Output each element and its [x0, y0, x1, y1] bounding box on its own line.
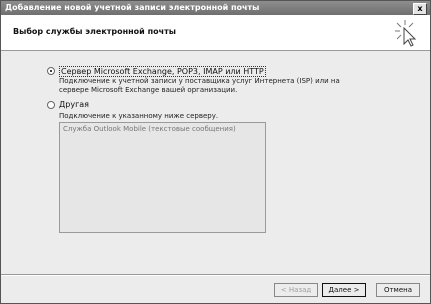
window-title: Добавление новой учетной записи электрон… [5, 3, 260, 12]
option-other-label[interactable]: Другая [59, 100, 89, 109]
wizard-body: Сервер Microsoft Exchange, POP3, IMAP ил… [1, 51, 430, 274]
option-exchange-desc-2: сервере Microsoft Exchange вашей организ… [59, 86, 238, 94]
cancel-button[interactable]: Отмена [376, 283, 420, 297]
title-bar: Добавление новой учетной записи электрон… [1, 1, 430, 15]
wizard-cursor-icon [395, 20, 417, 47]
option-other-desc: Подключение к указанному ниже серверу. [59, 112, 219, 120]
close-button[interactable]: x [413, 3, 427, 15]
radio-other[interactable] [47, 101, 55, 109]
radio-exchange[interactable] [47, 67, 55, 75]
page-title: Выбор службы электронной почты [13, 27, 176, 36]
back-button[interactable]: < Назад [274, 283, 318, 297]
footer-divider [1, 274, 430, 276]
list-item: Служба Outlook Mobile (текстовые сообщен… [63, 125, 236, 133]
option-exchange-desc-1: Подключение к учетной записи у поставщик… [59, 77, 340, 85]
option-exchange-label[interactable]: Сервер Microsoft Exchange, POP3, IMAP ил… [59, 66, 266, 77]
next-button[interactable]: Далее > [322, 283, 366, 297]
other-servers-list[interactable]: Служба Outlook Mobile (текстовые сообщен… [59, 122, 266, 233]
wizard-header: Выбор службы электронной почты [1, 15, 430, 51]
dialog-window: Добавление новой учетной записи электрон… [0, 0, 431, 304]
